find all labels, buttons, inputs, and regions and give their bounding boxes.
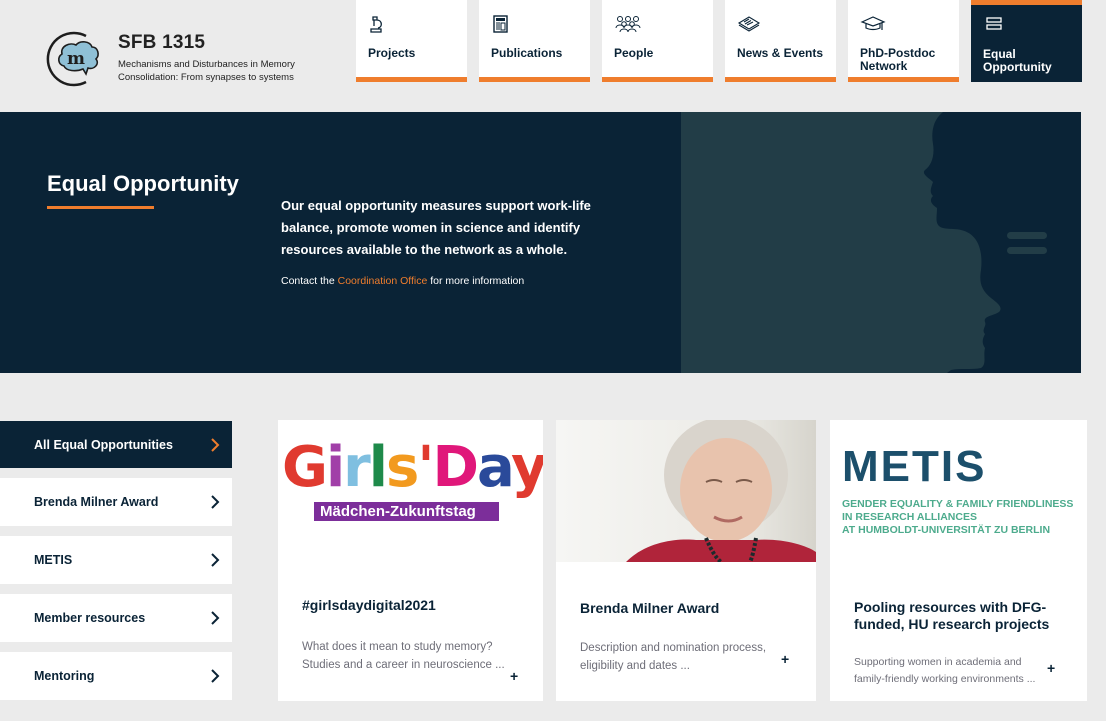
- people-group-icon: [615, 16, 641, 33]
- card-metis[interactable]: METIS GENDER EQUALITY & FAMILY FRIENDLIN…: [830, 420, 1087, 701]
- chevron-right-icon: [211, 611, 220, 625]
- coordination-office-link[interactable]: Coordination Office: [338, 275, 428, 287]
- nav-item-people[interactable]: People: [602, 0, 713, 82]
- equals-icon: [986, 17, 1002, 30]
- card-title: Pooling resources with DFG-funded, HU re…: [854, 599, 1050, 632]
- hero-description: Our equal opportunity measures support w…: [281, 198, 591, 257]
- expand-plus-icon[interactable]: +: [781, 651, 789, 667]
- nav-label: Projects: [368, 46, 416, 60]
- chevron-right-icon: [211, 669, 220, 683]
- title-underline: [47, 206, 154, 209]
- sidebar-item-metis[interactable]: METIS: [0, 536, 232, 584]
- nav-item-projects[interactable]: Projects: [356, 0, 467, 82]
- contact-suffix: for more information: [430, 275, 525, 287]
- nav-item-equal-opportunity[interactable]: Equal Opportunity: [971, 0, 1082, 82]
- metis-tagline-line3: AT HUMBOLDT-UNIVERSITÄT ZU BERLIN: [842, 524, 1051, 536]
- card-description: What does it mean to study memory? Studi…: [302, 641, 505, 671]
- card-description: Supporting women in academia and family-…: [854, 656, 1036, 685]
- page-title: Equal Opportunity: [47, 171, 239, 196]
- nav-label: Equal Opportunity: [983, 47, 1052, 74]
- sidebar-item-all-equal-opportunities[interactable]: All Equal Opportunities: [0, 421, 232, 468]
- graduation-cap-icon: [860, 16, 886, 31]
- sidebar-item-member-resources[interactable]: Member resources: [0, 594, 232, 642]
- nav-item-phd-postdoc[interactable]: PhD-Postdoc Network: [848, 0, 959, 82]
- hero-banner: Equal Opportunity Our equal opportunity …: [0, 112, 1081, 373]
- nav-label: PhD-Postdoc Network: [860, 46, 936, 73]
- nav-label: People: [614, 46, 654, 60]
- girlsday-banner: Mädchen-Zukunftstag: [314, 502, 499, 521]
- card-title: Brenda Milner Award: [580, 600, 720, 616]
- chevron-right-icon: [211, 495, 220, 509]
- nav-item-news-events[interactable]: News & Events: [725, 0, 836, 82]
- metis-tagline: GENDER EQUALITY & FAMILY FRIENDLINESS IN…: [842, 498, 1073, 537]
- girlsday-logo-image: Girls'Day Mädchen-Zukunftstag: [278, 420, 543, 562]
- sidebar-item-label: Brenda Milner Award: [34, 495, 159, 509]
- face-silhouettes-illustration: [681, 112, 1047, 373]
- expand-plus-icon[interactable]: +: [1047, 660, 1055, 676]
- sidebar-item-mentoring[interactable]: Mentoring: [0, 652, 232, 700]
- card-description: Description and nomination process, elig…: [580, 642, 767, 672]
- chevron-right-icon: [211, 437, 220, 452]
- sidebar-item-label: Mentoring: [34, 669, 95, 683]
- logo-subtitle-line1: Mechanisms and Disturbances in Memory: [118, 59, 295, 70]
- nav-label: Publications: [491, 46, 563, 60]
- logo-subtitle-line2: Consolidation: From synapses to systems: [118, 72, 294, 83]
- logo-title: SFB 1315: [118, 32, 206, 53]
- nav-label: News & Events: [737, 46, 824, 60]
- girlsday-wordmark: Girls'Day: [282, 435, 543, 500]
- sidebar-item-brenda-milner-award[interactable]: Brenda Milner Award: [0, 478, 232, 526]
- sidebar-item-label: All Equal Opportunities: [34, 437, 173, 452]
- portrait-photo: [556, 420, 816, 562]
- logo-subtitle: Mechanisms and Disturbances in Memory Co…: [118, 58, 295, 84]
- sidebar-item-label: Member resources: [34, 611, 146, 625]
- svg-text:m: m: [67, 49, 85, 69]
- metis-tagline-line2: IN RESEARCH ALLIANCES: [842, 511, 977, 523]
- sidebar-nav: All Equal Opportunities Brenda Milner Aw…: [0, 421, 232, 710]
- card-girlsday[interactable]: Girls'Day Mädchen-Zukunftstag #girlsdayd…: [278, 420, 543, 701]
- card-title: #girlsdaydigital2021: [302, 597, 436, 613]
- card-brenda-milner-award[interactable]: Brenda Milner Award Description and nomi…: [556, 420, 816, 701]
- chevron-right-icon: [211, 553, 220, 567]
- metis-wordmark: METIS: [842, 442, 987, 491]
- metis-logo-image: METIS GENDER EQUALITY & FAMILY FRIENDLIN…: [830, 420, 1087, 562]
- contact-prefix: Contact the: [281, 275, 335, 287]
- brenda-milner-portrait: [556, 420, 816, 562]
- metis-tagline-line1: GENDER EQUALITY & FAMILY FRIENDLINESS: [842, 498, 1074, 510]
- nav-item-publications[interactable]: Publications: [479, 0, 590, 82]
- site-logo[interactable]: m SFB 1315 Mechanisms and Disturbances i…: [46, 28, 295, 90]
- brain-logo-icon: m: [46, 31, 99, 87]
- microscope-icon: [370, 16, 382, 33]
- main-nav: Projects Publications People News & Even…: [356, 0, 1094, 82]
- newspaper-icon: [493, 15, 508, 33]
- expand-plus-icon[interactable]: +: [510, 668, 518, 684]
- sidebar-item-label: METIS: [34, 553, 73, 567]
- news-stack-icon: [737, 16, 761, 32]
- hero-contact: Contact the Coordination Office for more…: [281, 275, 524, 287]
